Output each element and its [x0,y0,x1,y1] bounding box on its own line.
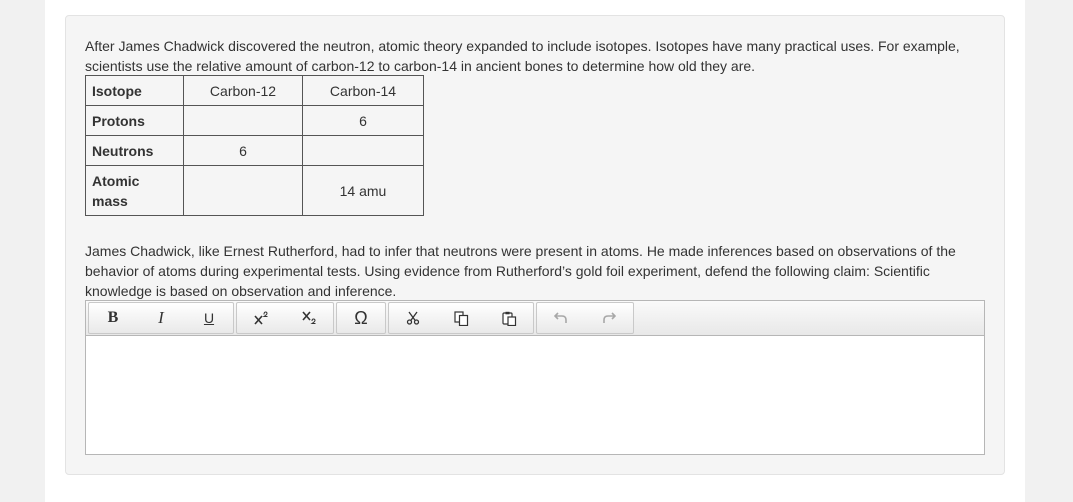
prompt-text: James Chadwick, like Ernest Rutherford, … [85,243,956,299]
copy-icon [453,310,468,326]
isotope-table: Isotope Carbon-12 Carbon-14 Protons 6 Ne… [85,75,424,216]
table-row: Neutrons 6 [85,135,424,166]
table-header-row: Isotope Carbon-12 Carbon-14 [85,75,424,106]
script-group [236,302,334,334]
paste-icon [501,311,516,326]
format-group: B I U [88,302,234,334]
superscript-icon [254,311,268,325]
scissors-icon [406,311,420,325]
answer-input[interactable] [86,336,984,454]
row-label-neutrons: Neutrons [85,135,184,166]
table-row: Atomic mass 14 amu [85,165,424,216]
bold-button[interactable]: B [89,303,137,333]
subscript-button[interactable] [285,303,333,333]
intro-text: After James Chadwick discovered the neut… [85,38,960,74]
header-carbon-14: Carbon-14 [302,75,424,106]
insert-group: Ω [336,302,386,334]
superscript-button[interactable] [237,303,285,333]
subscript-icon [302,311,316,324]
header-isotope: Isotope [85,75,184,106]
question-panel: After James Chadwick discovered the neut… [65,15,1005,475]
table-row: Protons 6 [85,105,424,136]
cell-neutrons-c12: 6 [183,135,303,166]
underline-button[interactable]: U [185,303,233,333]
cell-mass-c14: 14 amu [302,165,424,216]
paste-button[interactable] [485,303,533,333]
undo-icon [554,312,567,323]
cell-neutrons-c14 [302,135,424,166]
rich-text-editor: B I U Ω [85,300,985,455]
row-label-protons: Protons [85,105,184,136]
cell-protons-c14: 6 [302,105,424,136]
page: After James Chadwick discovered the neut… [45,0,1025,502]
redo-button[interactable] [585,303,633,333]
history-group [536,302,634,334]
cell-mass-c12 [183,165,303,216]
editor-toolbar: B I U Ω [86,301,984,336]
cut-button[interactable] [389,303,437,333]
redo-icon [603,312,616,323]
copy-button[interactable] [437,303,485,333]
special-character-button[interactable]: Ω [337,303,385,333]
clipboard-group [388,302,534,334]
italic-button[interactable]: I [137,303,185,333]
cell-protons-c12 [183,105,303,136]
row-label-atomic-mass: Atomic mass [85,165,184,216]
header-carbon-12: Carbon-12 [183,75,303,106]
undo-button[interactable] [537,303,585,333]
